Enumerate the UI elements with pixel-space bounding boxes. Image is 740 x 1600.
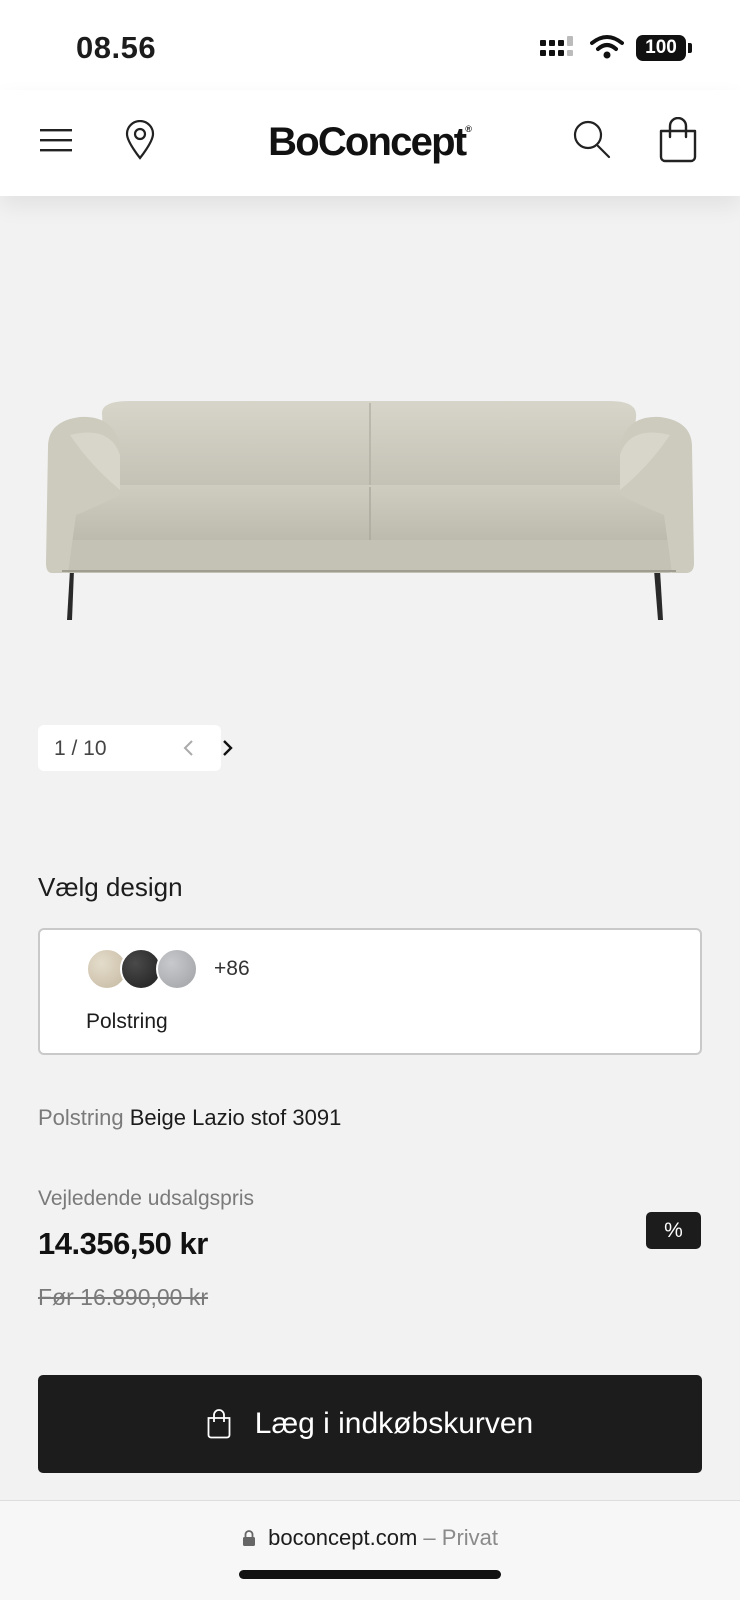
product-image-sofa[interactable]: [40, 395, 700, 625]
chevron-right-icon[interactable]: [216, 736, 240, 760]
price-label: Vejledende udsalgspris: [38, 1187, 254, 1210]
url-row[interactable]: boconcept.com – Privat: [0, 1525, 740, 1553]
search-icon[interactable]: [570, 118, 614, 162]
add-to-cart-label: Læg i indkøbskurven: [254, 1407, 534, 1440]
chevron-left-icon[interactable]: [176, 736, 200, 760]
gallery-counter: 1 / 10: [54, 737, 107, 760]
wifi-icon: [590, 34, 624, 65]
cellular-signal-icon: [540, 36, 578, 67]
add-to-cart-button[interactable]: Læg i indkøbskurven: [38, 1375, 702, 1473]
lock-icon: [242, 1527, 256, 1553]
current-price: 14.356,50 kr: [38, 1226, 208, 1261]
registered-mark: ®: [465, 124, 472, 134]
upholstery-label: Polstring: [86, 1010, 168, 1033]
battery-tip: [688, 43, 692, 53]
shopping-bag-icon[interactable]: [656, 116, 700, 164]
selected-upholstery-value: Beige Lazio stof 3091: [129, 1105, 342, 1130]
selected-upholstery: Polstring Beige Lazio stof 3091: [38, 1105, 341, 1131]
home-indicator[interactable]: [239, 1570, 501, 1579]
private-mode-label: – Privat: [423, 1525, 499, 1550]
status-time: 08.56: [76, 30, 157, 65]
brand-logo-text: BoConcept: [268, 120, 467, 164]
old-price: Før 16.890,00 kr: [38, 1284, 209, 1310]
status-bar: 08.56 100: [0, 0, 740, 90]
upholstery-selector[interactable]: +86 Polstring: [38, 928, 702, 1055]
url-domain: boconcept.com: [268, 1525, 418, 1550]
discount-badge: %: [646, 1212, 701, 1249]
brand-logo[interactable]: BoConcept®: [0, 120, 740, 165]
battery-icon: 100: [636, 35, 686, 61]
browser-address-bar[interactable]: boconcept.com – Privat: [0, 1500, 740, 1600]
more-swatches-count: +86: [214, 957, 250, 980]
site-header: BoConcept®: [0, 90, 740, 196]
shopping-bag-icon: [207, 1409, 231, 1439]
choose-design-title: Vælg design: [38, 872, 183, 902]
swatch-grey: [156, 948, 198, 990]
gallery-pager: 1 / 10: [38, 725, 233, 771]
selected-upholstery-label: Polstring: [38, 1105, 124, 1130]
